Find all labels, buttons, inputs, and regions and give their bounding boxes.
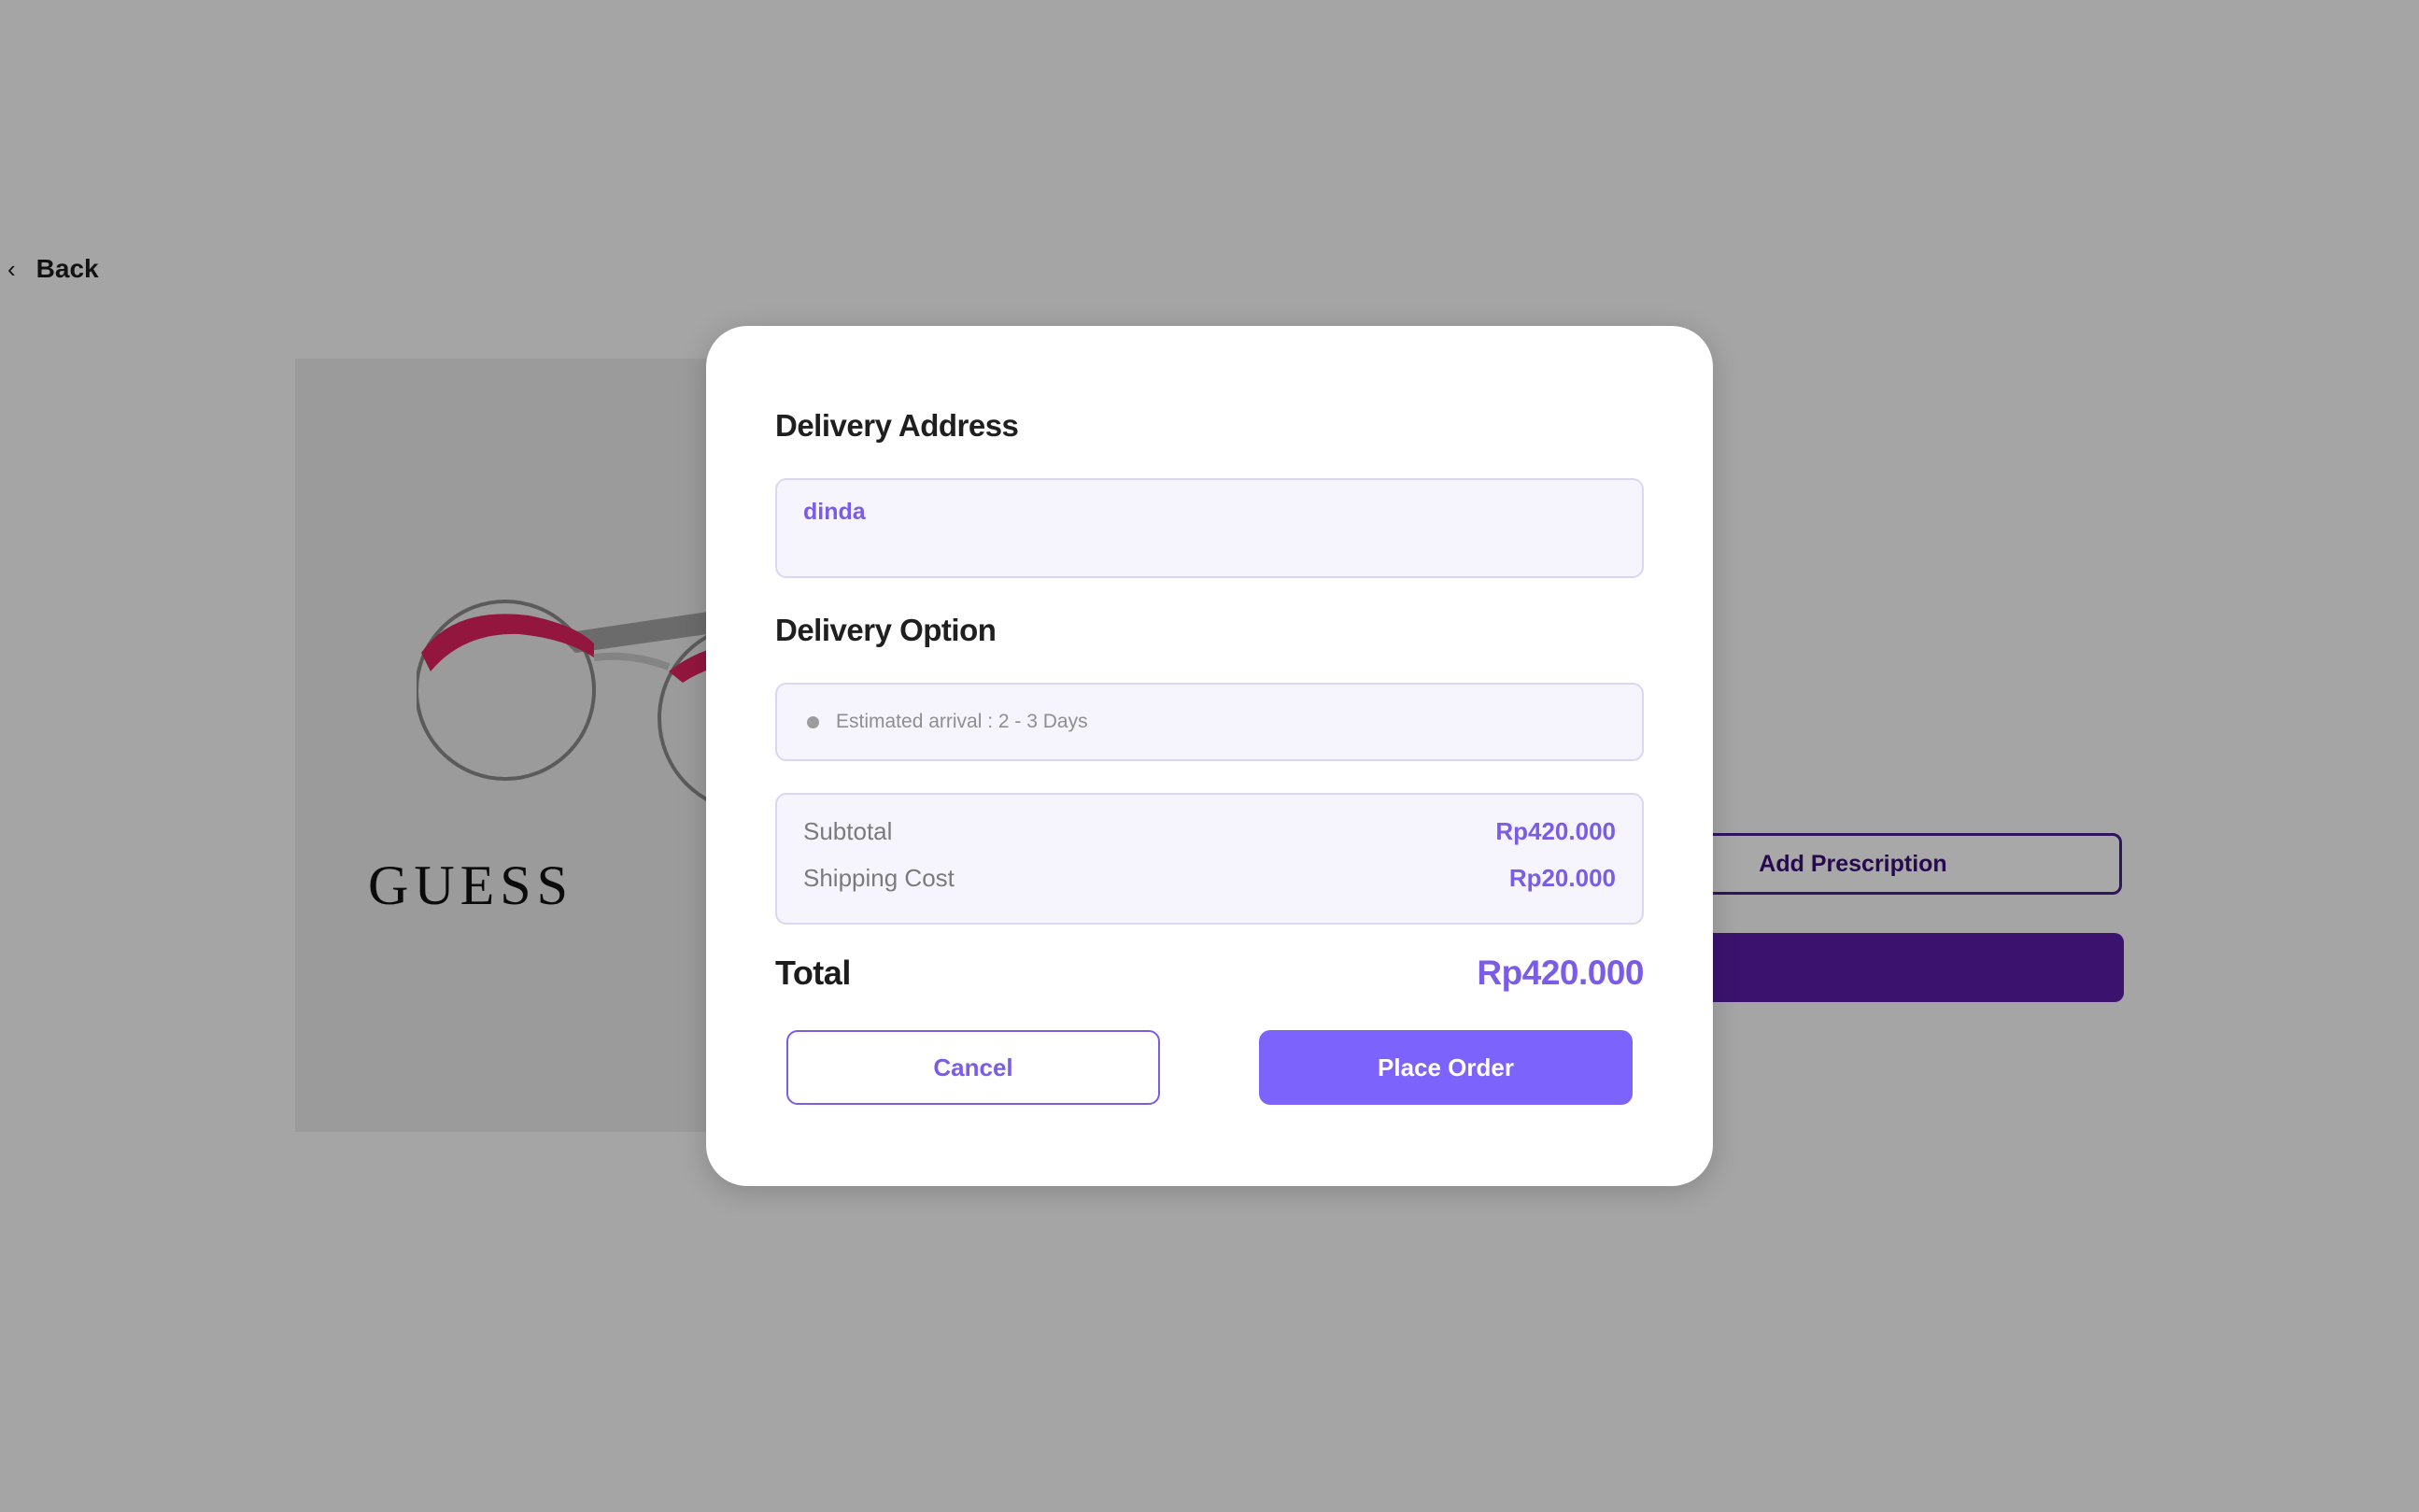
address-field[interactable]: dinda <box>775 478 1644 578</box>
radio-icon <box>807 715 819 728</box>
shipping-value: Rp20.000 <box>1508 864 1616 892</box>
order-summary: Subtotal Rp420.000 Shipping Cost Rp20.00… <box>775 793 1644 925</box>
checkout-modal: Delivery Address dinda Delivery Option E… <box>706 326 1713 1186</box>
shipping-label: Shipping Cost <box>803 864 955 892</box>
delivery-option-title: Delivery Option <box>775 613 997 647</box>
shipping-row: Shipping Cost Rp20.000 <box>803 864 1616 893</box>
cancel-button[interactable]: Cancel <box>786 1030 1160 1105</box>
total-label: Total <box>775 954 851 992</box>
total-value: Rp420.000 <box>1477 954 1644 992</box>
total-row: Total Rp420.000 <box>775 954 1644 993</box>
subtotal-label: Subtotal <box>803 817 893 845</box>
delivery-option-label: Estimated arrival : 2 - 3 Days <box>836 711 1088 732</box>
subtotal-value: Rp420.000 <box>1495 817 1616 845</box>
delivery-option-radio[interactable]: Estimated arrival : 2 - 3 Days <box>775 683 1644 761</box>
place-order-button[interactable]: Place Order <box>1259 1030 1633 1105</box>
delivery-address-title: Delivery Address <box>775 408 1019 443</box>
address-value: dinda <box>803 499 866 525</box>
subtotal-row: Subtotal Rp420.000 <box>803 817 1616 846</box>
